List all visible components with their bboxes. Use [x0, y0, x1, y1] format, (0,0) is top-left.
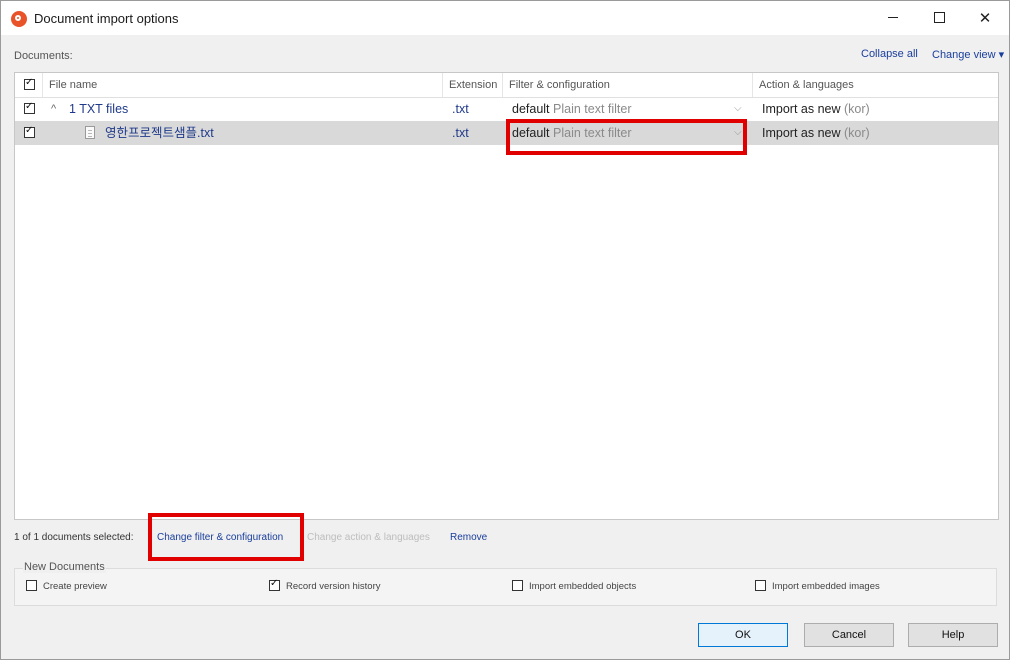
filter-cell[interactable]: default Plain text filter	[512, 97, 632, 121]
help-button[interactable]: Help	[908, 623, 998, 647]
column-filter[interactable]: Filter & configuration	[502, 73, 752, 97]
checkbox-icon[interactable]	[512, 580, 523, 591]
column-file-name[interactable]: File name	[42, 73, 442, 97]
column-extension[interactable]: Extension	[442, 73, 502, 97]
file-icon	[85, 126, 95, 139]
change-filter-link[interactable]: Change filter & configuration	[157, 532, 283, 543]
action-text: Import as new	[762, 126, 841, 140]
group-name: 1 TXT files	[69, 102, 129, 116]
grid-header: File name Extension Filter & configurati…	[15, 73, 998, 98]
select-all-checkbox[interactable]	[24, 77, 35, 90]
option-label: Create preview	[43, 581, 107, 592]
highlight-filter-cell	[506, 119, 747, 155]
checkbox-icon[interactable]	[26, 580, 37, 591]
cancel-button[interactable]: Cancel	[804, 623, 894, 647]
maximize-button[interactable]	[916, 1, 962, 35]
row-checkbox[interactable]	[24, 101, 35, 114]
checkbox-icon[interactable]	[755, 580, 766, 591]
close-icon: ✕	[978, 9, 992, 27]
minimize-icon	[888, 17, 898, 19]
checkbox-icon[interactable]	[269, 578, 280, 591]
language-text: (kor)	[844, 126, 870, 140]
new-documents-label: New Documents	[23, 561, 106, 573]
filter-name: Plain text filter	[553, 102, 632, 116]
minimize-button[interactable]	[870, 1, 916, 35]
change-view-link[interactable]: Change view ▾	[932, 48, 1004, 61]
extension-cell: .txt	[452, 102, 469, 116]
change-action-link: Change action & languages	[307, 532, 430, 543]
remove-link[interactable]: Remove	[450, 532, 487, 543]
language-text: (kor)	[844, 102, 870, 116]
option-label: Import embedded objects	[529, 581, 637, 592]
action-text: Import as new	[762, 102, 841, 116]
filter-default: default	[512, 102, 550, 116]
dialog-window: Document import options ✕ Documents: Col…	[0, 0, 1010, 660]
action-cell[interactable]: Import as new (kor)	[762, 121, 870, 145]
option-label: Import embedded images	[772, 581, 880, 592]
option-label: Record version history	[286, 581, 381, 592]
table-row-group[interactable]: ^ 1 TXT files .txt default Plain text fi…	[15, 97, 998, 121]
collapse-chevron-icon[interactable]: ^	[51, 97, 56, 121]
extension-cell: .txt	[452, 126, 469, 140]
close-button[interactable]: ✕	[962, 1, 1008, 35]
column-action[interactable]: Action & languages	[752, 73, 992, 97]
app-logo-icon	[11, 11, 27, 27]
row-checkbox[interactable]	[24, 125, 35, 138]
file-name: 영한프로젝트샘플.txt	[105, 126, 214, 140]
selection-info: 1 of 1 documents selected:	[14, 532, 134, 543]
collapse-all-link[interactable]: Collapse all	[861, 48, 918, 60]
action-cell[interactable]: Import as new (kor)	[762, 97, 870, 121]
maximize-icon	[933, 12, 945, 24]
title-bar[interactable]: Document import options ✕	[1, 1, 1009, 35]
ok-button[interactable]: OK	[698, 623, 788, 647]
documents-label: Documents:	[14, 50, 73, 62]
dropdown-arrow-icon[interactable]: ⌵	[734, 97, 742, 121]
window-title: Document import options	[34, 11, 179, 26]
